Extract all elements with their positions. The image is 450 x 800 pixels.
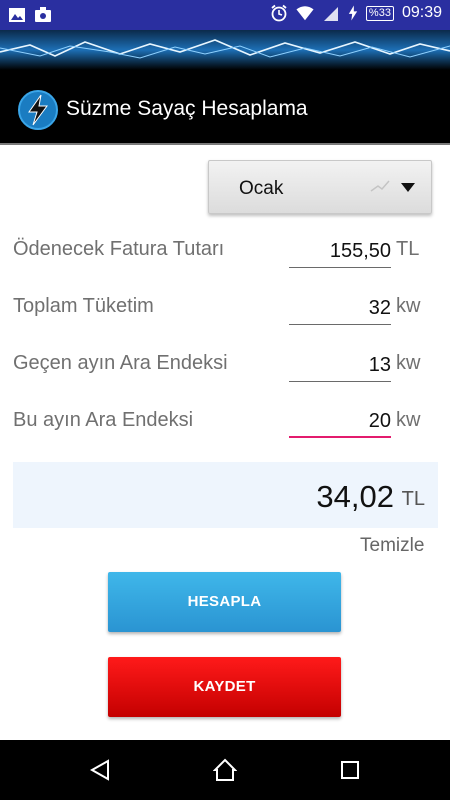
camera-notification-icon xyxy=(35,7,51,22)
recents-icon[interactable] xyxy=(338,758,362,782)
back-icon[interactable] xyxy=(88,758,112,782)
result-value: 34,02 xyxy=(316,479,394,514)
chevron-down-icon xyxy=(401,183,415,192)
wifi-icon xyxy=(296,6,314,21)
total-consumption-unit: kw xyxy=(396,295,421,317)
bill-amount-unit: TL xyxy=(396,238,420,260)
last-month-index-unit: kw xyxy=(396,352,421,374)
app-bar-divider xyxy=(0,143,450,145)
home-icon[interactable] xyxy=(213,758,237,782)
result-unit: TL xyxy=(401,488,425,510)
bill-amount-label: Ödenecek Fatura Tutarı xyxy=(13,238,225,260)
lightning-bolt-icon xyxy=(18,90,58,130)
app-bar: Süzme Sayaç Hesaplama xyxy=(0,30,450,143)
this-month-index-unit: kw xyxy=(396,409,421,431)
bill-amount-input[interactable]: 155,50 xyxy=(289,236,391,268)
this-month-index-label: Bu ayın Ara Endeksi xyxy=(13,409,194,431)
navigation-bar xyxy=(0,740,450,800)
status-right: %33 09:39 xyxy=(270,4,442,22)
month-dropdown[interactable]: Ocak xyxy=(208,160,432,214)
last-month-index-input[interactable]: 13 xyxy=(289,350,391,382)
status-bar: %33 09:39 xyxy=(0,0,450,30)
alarm-icon xyxy=(271,4,287,22)
calculate-button[interactable]: HESAPLA xyxy=(108,572,341,632)
total-consumption-input[interactable]: 32 xyxy=(289,293,391,325)
clock: 09:39 xyxy=(401,4,442,21)
checkmark-icon xyxy=(370,180,390,192)
charging-icon xyxy=(348,5,358,21)
battery-level: %33 xyxy=(365,5,394,21)
lightning-banner xyxy=(0,30,450,70)
last-month-index-label: Geçen ayın Ara Endeksi xyxy=(13,352,228,374)
signal-icon xyxy=(323,7,338,21)
this-month-index-input[interactable]: 20 xyxy=(289,406,391,438)
total-consumption-label: Toplam Tüketim xyxy=(13,295,154,317)
month-dropdown-value: Ocak xyxy=(239,178,284,199)
clear-button[interactable]: Temizle xyxy=(360,535,424,557)
status-left-icons xyxy=(8,6,52,24)
save-button[interactable]: KAYDET xyxy=(108,657,341,717)
app-title: Süzme Sayaç Hesaplama xyxy=(66,97,308,120)
result-panel: 34,02 TL xyxy=(13,462,438,528)
gallery-icon xyxy=(9,8,25,22)
